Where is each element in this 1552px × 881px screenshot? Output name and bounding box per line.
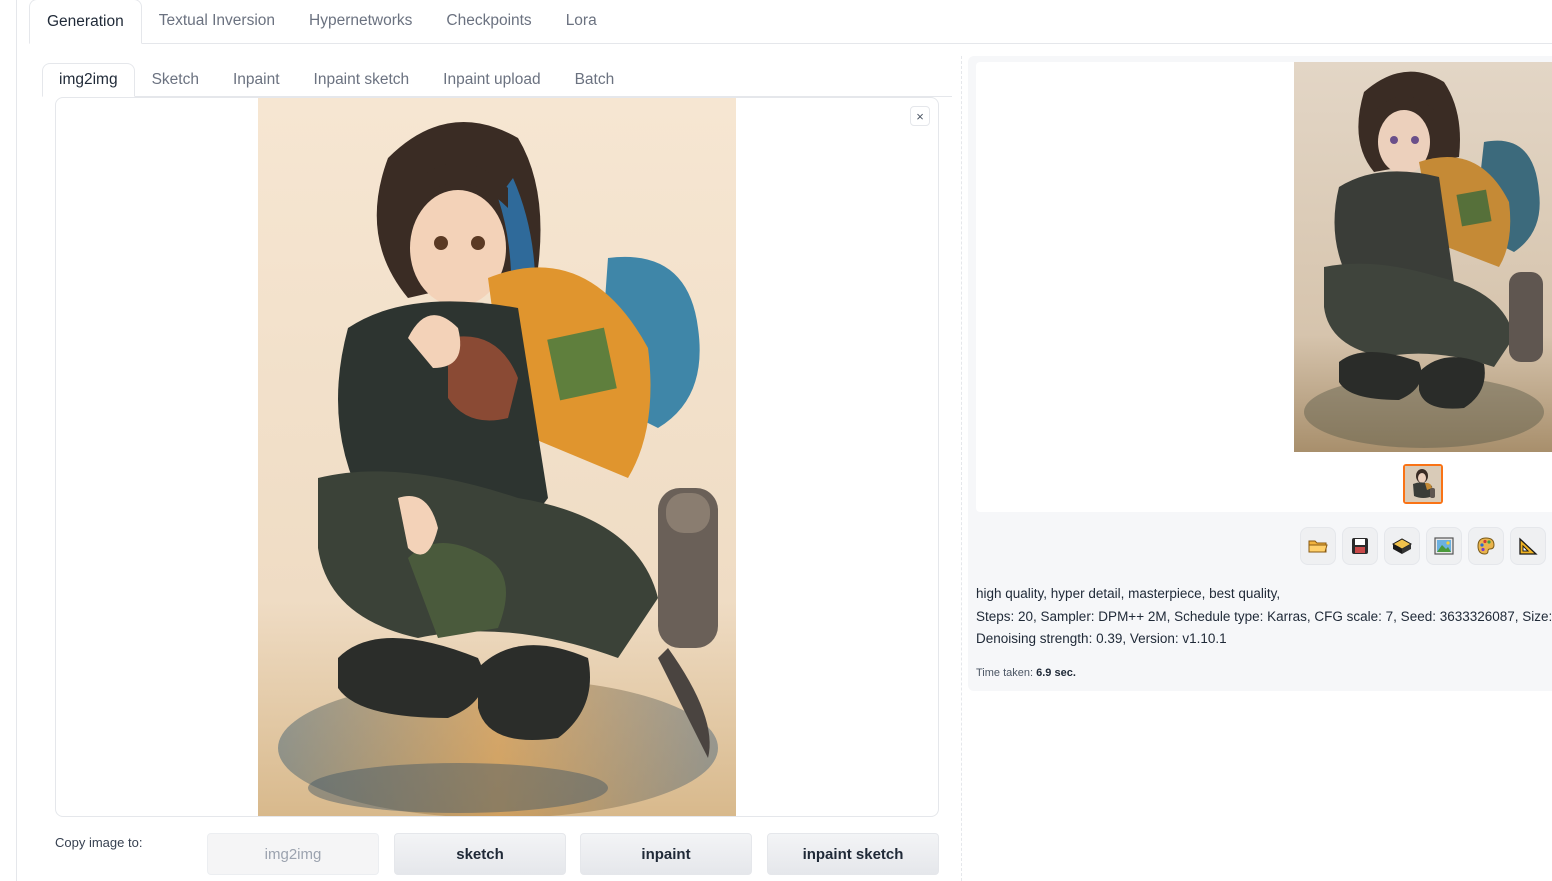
- generation-info: high quality, hyper detail, masterpiece,…: [976, 583, 1552, 651]
- tab-checkpoints[interactable]: Checkpoints: [429, 0, 548, 43]
- time-taken-label: Time taken:: [976, 667, 1034, 679]
- time-taken: Time taken: 6.9 sec.: [976, 667, 1076, 679]
- save-button[interactable]: [1342, 527, 1378, 565]
- tab-lora[interactable]: Lora: [549, 0, 614, 43]
- tab-inpaint-upload[interactable]: Inpaint upload: [426, 63, 557, 96]
- output-panel: high quality, hyper detail, masterpiece,…: [968, 56, 1552, 691]
- tab-img2img[interactable]: img2img: [42, 63, 135, 97]
- panel-divider: [961, 56, 962, 881]
- output-image[interactable]: [1294, 62, 1552, 452]
- img2img-input-panel: img2img Sketch Inpaint Inpaint sketch In…: [29, 44, 959, 881]
- tab-hypernetworks[interactable]: Hypernetworks: [292, 0, 429, 43]
- copy-to-inpaint-button[interactable]: inpaint: [580, 833, 752, 875]
- close-icon: ×: [916, 108, 924, 124]
- tab-textual-inversion[interactable]: Textual Inversion: [142, 0, 292, 43]
- tab-generation[interactable]: Generation: [29, 0, 142, 44]
- triangle-ruler-icon: [1519, 537, 1538, 555]
- clear-image-button[interactable]: ×: [910, 106, 930, 126]
- prompt-text: high quality, hyper detail, masterpiece,…: [976, 586, 1281, 601]
- send-to-extras-button[interactable]: [1510, 527, 1546, 565]
- zip-button[interactable]: [1384, 527, 1420, 565]
- copy-to-img2img-button[interactable]: img2img: [207, 833, 379, 875]
- time-taken-value: 6.9 sec.: [1036, 667, 1076, 679]
- tab-inpaint[interactable]: Inpaint: [216, 63, 297, 96]
- image-input-area[interactable]: ×: [55, 97, 939, 817]
- params-text-2: Denoising strength: 0.39, Version: v1.10…: [976, 631, 1227, 646]
- image-icon: [1434, 537, 1454, 555]
- top-tab-bar: Generation Textual Inversion Hypernetwor…: [29, 0, 1552, 44]
- folder-icon: [1308, 540, 1328, 553]
- tab-batch[interactable]: Batch: [558, 63, 632, 96]
- copy-image-label: Copy image to:: [55, 835, 143, 850]
- palette-icon: [1477, 537, 1495, 555]
- img2img-mode-tabs: img2img Sketch Inpaint Inpaint sketch In…: [42, 54, 952, 97]
- copy-to-sketch-button[interactable]: sketch: [394, 833, 566, 875]
- send-to-inpaint-button[interactable]: [1468, 527, 1504, 565]
- tab-sketch[interactable]: Sketch: [135, 63, 216, 96]
- left-rule: [16, 0, 17, 881]
- thumbnail-image: [1405, 466, 1441, 502]
- params-text: Steps: 20, Sampler: DPM++ 2M, Schedule t…: [976, 608, 1552, 624]
- copy-to-inpaint-sketch-button[interactable]: inpaint sketch: [767, 833, 939, 875]
- output-gallery: [976, 62, 1552, 512]
- save-icon: [1352, 538, 1368, 554]
- zip-icon: [1391, 538, 1413, 554]
- gallery-thumbnail[interactable]: [1403, 464, 1443, 504]
- tab-inpaint-sketch[interactable]: Inpaint sketch: [297, 63, 427, 96]
- open-folder-button[interactable]: [1300, 527, 1336, 565]
- input-image: [258, 98, 736, 816]
- webui-page: Generation Textual Inversion Hypernetwor…: [0, 0, 1552, 881]
- send-to-img2img-button[interactable]: [1426, 527, 1462, 565]
